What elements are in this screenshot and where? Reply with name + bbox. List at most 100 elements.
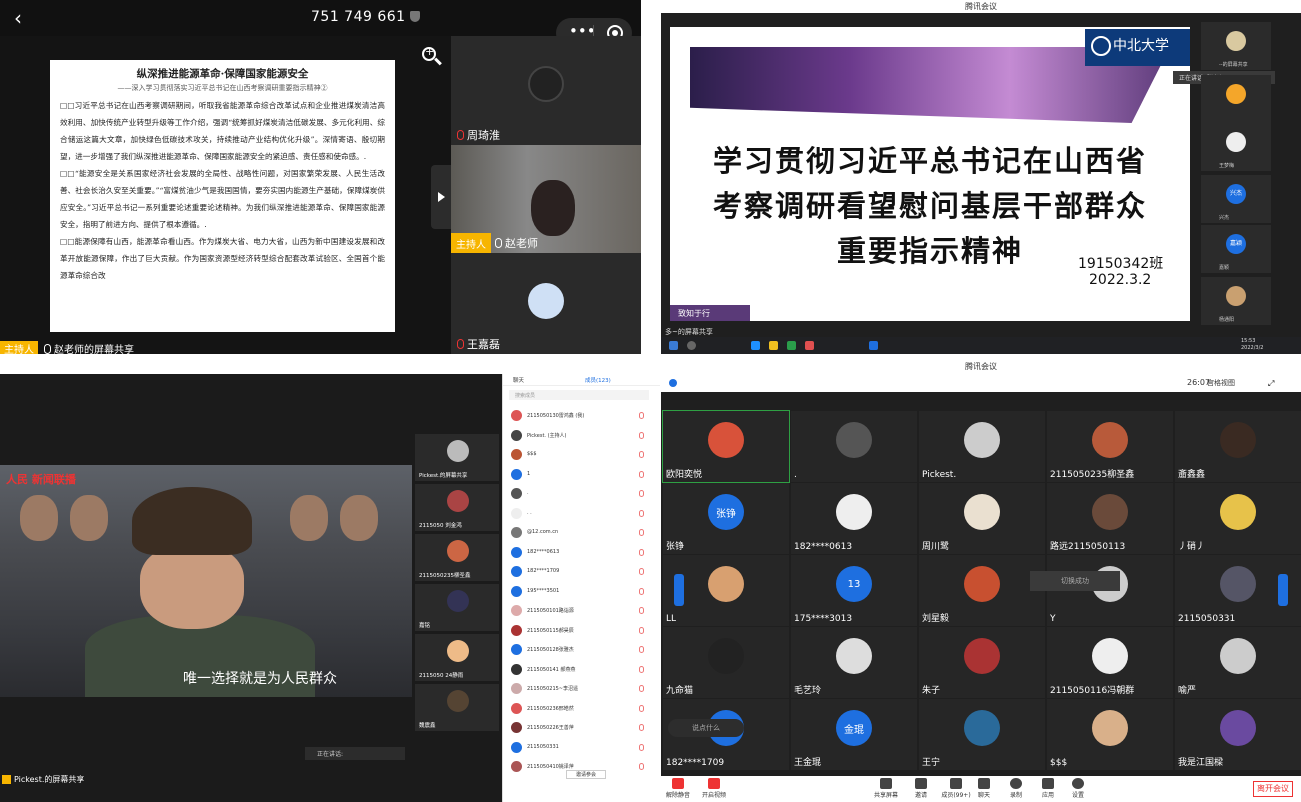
back-icon[interactable]: ‹	[14, 6, 22, 30]
participant-tile[interactable]: 嘉颖 嘉颖	[1201, 225, 1271, 273]
start-video-button[interactable]: 开启视频	[699, 778, 729, 799]
expand-arrow-icon[interactable]	[431, 165, 451, 229]
member-row[interactable]: .	[503, 484, 660, 503]
view-toggle[interactable]: 宫格视图	[1207, 378, 1235, 388]
info-icon[interactable]	[669, 379, 677, 387]
participant-tile[interactable]: Pickest.的屏幕共享	[415, 434, 499, 481]
participant-tile[interactable]: 九命猫	[663, 627, 789, 698]
member-row[interactable]: $$$	[503, 445, 660, 464]
participant-tile[interactable]: 2115050235柳圣鑫	[1047, 411, 1173, 482]
folder-icon[interactable]	[769, 341, 778, 350]
tray-clock[interactable]: 15:53 2022/3/2	[1241, 338, 1263, 352]
member-row[interactable]: 2115050128张雅杰	[503, 640, 660, 659]
member-row[interactable]: 2115050331	[503, 738, 660, 757]
participant-tile[interactable]: 魏震鑫	[415, 684, 499, 731]
participant-tile[interactable]	[1201, 75, 1271, 123]
member-search-input[interactable]: 搜索成员	[509, 390, 649, 400]
mic-muted-icon[interactable]	[639, 704, 644, 712]
member-row[interactable]: 2115050115郝昊辰	[503, 621, 660, 640]
member-row[interactable]: . .	[503, 504, 660, 523]
mic-muted-icon[interactable]	[639, 431, 644, 439]
member-row[interactable]: 2115050226王善萍	[503, 718, 660, 737]
app-icon[interactable]	[805, 341, 814, 350]
mic-muted-icon[interactable]	[639, 568, 644, 575]
participant-tile[interactable]: 周琦淮	[451, 36, 641, 145]
mic-muted-icon[interactable]	[639, 724, 644, 731]
participant-tile[interactable]: 王嘉磊	[451, 253, 641, 354]
mic-muted-icon[interactable]	[639, 607, 644, 614]
participant-tile[interactable]: 我是江国樑	[1175, 699, 1301, 770]
member-row[interactable]: 2115050236邢皓然	[503, 699, 660, 718]
chat-button[interactable]: 聊天	[969, 778, 999, 799]
member-row[interactable]: 195****3501	[503, 582, 660, 601]
member-row[interactable]: 2115050215~李沼遥	[503, 679, 660, 698]
mic-muted-icon[interactable]	[639, 470, 644, 478]
leave-meeting-button[interactable]: 离开会议	[1253, 781, 1293, 797]
participant-tile[interactable]: .	[791, 411, 917, 482]
mic-muted-icon[interactable]	[639, 743, 644, 751]
mic-muted-icon[interactable]	[639, 665, 644, 673]
participant-tile[interactable]: 周川鹭	[919, 483, 1045, 554]
participant-video[interactable]: 主持人 赵老师	[451, 145, 641, 253]
member-row[interactable]: 182****1709	[503, 562, 660, 581]
unmute-button[interactable]: 解除静音	[663, 778, 693, 799]
invite-button[interactable]: 邀请参会	[566, 770, 606, 779]
apps-button[interactable]: 应用	[1033, 778, 1063, 799]
settings-button[interactable]: 设置	[1063, 778, 1093, 799]
participant-tile[interactable]: 齑鑫鑫	[1175, 411, 1301, 482]
zoom-in-icon[interactable]	[419, 44, 443, 68]
mic-muted-icon[interactable]	[639, 451, 644, 458]
participant-tile[interactable]: 嘉铭	[415, 584, 499, 631]
member-row[interactable]: 2115050130雷鸿鑫 (我)	[503, 406, 660, 425]
fullscreen-icon[interactable]: ⤢	[1268, 379, 1274, 389]
tab-chat[interactable]: 聊天	[513, 376, 524, 384]
member-row[interactable]: 2115050141 郝燕燕	[503, 660, 660, 679]
member-row[interactable]: 182****0613	[503, 543, 660, 562]
mic-muted-icon[interactable]	[639, 685, 644, 692]
participant-tile[interactable]: 丿硝丿	[1175, 483, 1301, 554]
participant-tile[interactable]: 朱子	[919, 627, 1045, 698]
record-button[interactable]: 录制	[1001, 778, 1031, 799]
participant-tile[interactable]: 王宁	[919, 699, 1045, 770]
prev-page-button[interactable]	[674, 574, 684, 606]
mic-muted-icon[interactable]	[639, 412, 644, 419]
participant-tile[interactable]: 张铮 张铮	[663, 483, 789, 554]
participant-tile[interactable]: 182****0613	[791, 483, 917, 554]
search-icon[interactable]	[687, 341, 696, 350]
participant-tile[interactable]: 金琨 王金琨	[791, 699, 917, 770]
participant-tile[interactable]: 2115050 24静雨	[415, 634, 499, 681]
tab-members[interactable]: 成员(123)	[585, 376, 611, 384]
participant-tile[interactable]: --的屏幕共享	[1201, 22, 1271, 70]
participant-tile[interactable]: 欧阳奕悦	[662, 410, 790, 483]
invite-button[interactable]: 邀请	[906, 778, 936, 799]
participant-tile[interactable]: 2115050 刘金鸿	[415, 484, 499, 531]
mic-muted-icon[interactable]	[639, 587, 644, 595]
participant-tile[interactable]: $$$	[1047, 699, 1173, 770]
participant-tile[interactable]: 兴杰 兴杰	[1201, 175, 1271, 223]
participant-tile[interactable]: 王梦梅	[1201, 123, 1271, 171]
chat-input[interactable]: 说点什么	[668, 719, 744, 737]
participant-tile[interactable]: 13 175****3013	[791, 555, 917, 626]
meeting-app-icon[interactable]	[869, 341, 878, 350]
app-icon[interactable]	[787, 341, 796, 350]
member-row[interactable]: 2115050101路诣源	[503, 601, 660, 620]
mic-muted-icon[interactable]	[639, 646, 644, 653]
participant-tile[interactable]: 路远2115050113	[1047, 483, 1173, 554]
member-row[interactable]: @12.com.cn	[503, 523, 660, 542]
mic-muted-icon[interactable]	[639, 626, 644, 634]
windows-icon[interactable]	[669, 341, 678, 350]
mic-muted-icon[interactable]	[639, 490, 644, 497]
participant-tile[interactable]: 毛艺玲	[791, 627, 917, 698]
participant-tile[interactable]: 刘星毅	[919, 555, 1045, 626]
mic-muted-icon[interactable]	[639, 529, 644, 536]
member-row[interactable]: 1	[503, 465, 660, 484]
participant-tile[interactable]: 2115050116冯朝群	[1047, 627, 1173, 698]
next-page-button[interactable]	[1278, 574, 1288, 606]
edge-icon[interactable]	[751, 341, 760, 350]
share-screen-button[interactable]: 共享屏幕	[871, 778, 901, 799]
mic-muted-icon[interactable]	[639, 509, 644, 517]
mic-muted-icon[interactable]	[639, 548, 644, 556]
member-row[interactable]: Pickest. (主持人)	[503, 426, 660, 445]
mic-muted-icon[interactable]	[639, 763, 644, 770]
participant-tile[interactable]: 杨通阳	[1201, 277, 1271, 325]
